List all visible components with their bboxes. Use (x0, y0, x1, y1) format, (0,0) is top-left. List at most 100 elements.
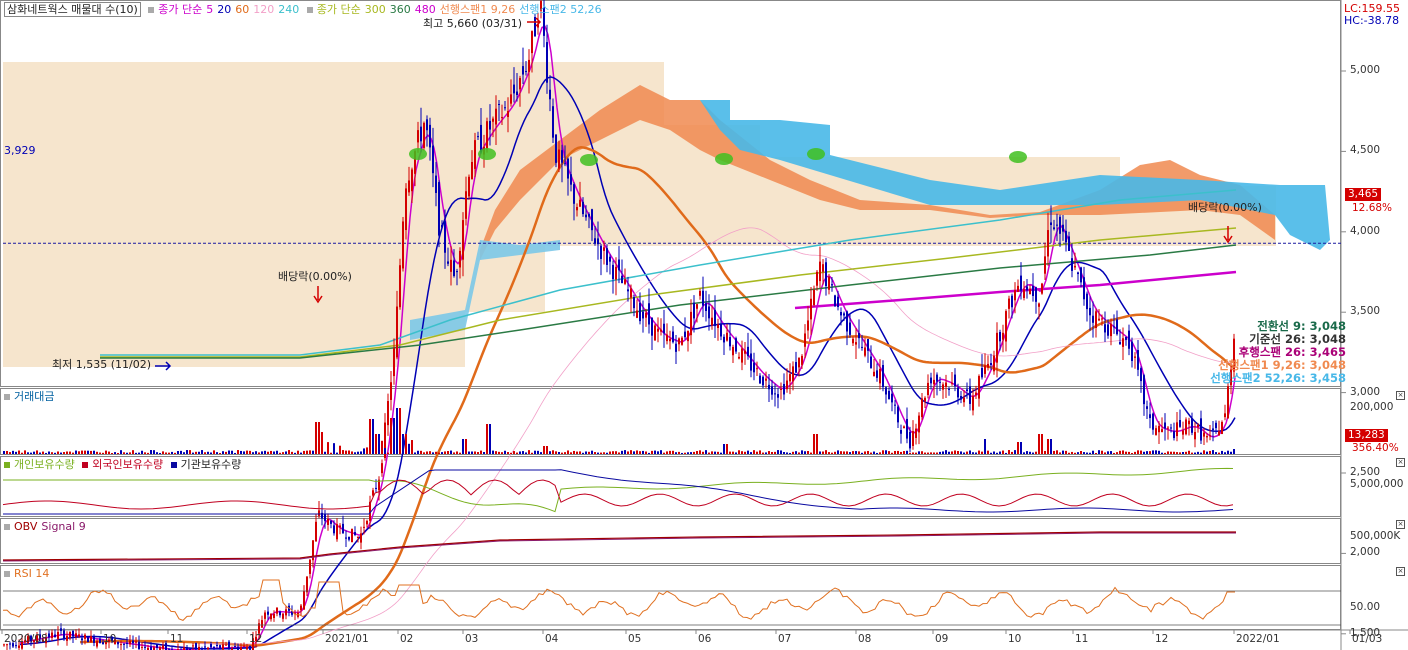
candle-body (351, 528, 353, 543)
volume-bar (540, 452, 542, 454)
candle-body (738, 356, 740, 359)
volume-bar (966, 451, 968, 454)
signal-marker (807, 148, 825, 160)
candle-body (600, 245, 602, 259)
candle-body (420, 126, 422, 142)
volume-bar (1056, 450, 1058, 454)
candle-body (192, 645, 194, 647)
candle-body (495, 108, 497, 125)
volume-bar (45, 452, 47, 454)
volume-bar (1065, 450, 1067, 454)
volume-bar (981, 451, 983, 454)
volume-bar (174, 452, 176, 454)
candle-body (1008, 298, 1010, 309)
volume-bar (747, 450, 749, 454)
x-tick-label: 11 (1075, 633, 1089, 645)
close-obv-panel-icon[interactable]: × (1396, 520, 1405, 529)
chart-title[interactable]: 삼화네트웍스 매물대 수(10) (4, 2, 141, 17)
candle-body (759, 375, 761, 384)
volume-bar (711, 451, 713, 454)
candle-body (990, 363, 992, 366)
volume-bar (1125, 451, 1127, 454)
volume-bar (534, 450, 536, 454)
candle-body (90, 636, 92, 642)
x-tick-label: 10 (1008, 633, 1022, 645)
volume-bar (336, 452, 338, 454)
volume-bar (360, 451, 362, 454)
volume-bar (276, 450, 278, 454)
candle-body (1044, 256, 1046, 274)
candle-body (345, 537, 347, 539)
candle-body (999, 332, 1001, 342)
candle-body (1119, 341, 1121, 345)
volume-bar (1221, 450, 1223, 454)
volume-bar (297, 450, 299, 454)
candle-body (792, 366, 794, 382)
volume-bar (777, 450, 779, 454)
candle-body (333, 525, 335, 534)
volume-bar (753, 450, 755, 454)
volume-bar (129, 452, 131, 454)
candle-body (741, 348, 743, 363)
volume-bar (333, 443, 335, 454)
volume-bar (603, 452, 605, 454)
candle-body (666, 334, 668, 342)
legend-marker (148, 6, 155, 13)
volume-bar (186, 450, 188, 454)
dividend-label-2: 배당락(0.00%) (1188, 201, 1262, 214)
candle-body (648, 303, 650, 325)
volume-bar (696, 451, 698, 454)
volume-bar (924, 452, 926, 454)
close-holdings-panel-icon[interactable]: × (1396, 458, 1405, 467)
volume-bar (993, 451, 995, 454)
volume-bar (1149, 451, 1151, 454)
candle-body (1056, 224, 1058, 226)
volume-bar (384, 448, 386, 454)
volume-bar (1179, 452, 1181, 454)
candle-body (1227, 386, 1229, 419)
candle-body (1011, 295, 1013, 308)
close-volume-panel-icon[interactable]: × (1396, 391, 1405, 400)
volume-bar (612, 451, 614, 454)
candle-body (756, 368, 758, 370)
volume-bar (495, 451, 497, 454)
x-tick-label: 11 (170, 633, 184, 645)
holdings-tick: 5,000,000 (1350, 478, 1404, 490)
candle-body (915, 428, 917, 438)
candle-body (807, 320, 809, 331)
volume-bar (609, 451, 611, 454)
candle-body (825, 262, 827, 287)
candle-body (939, 381, 941, 383)
candle-body (507, 111, 509, 118)
volume-bar (933, 452, 935, 454)
volume-bar (693, 451, 695, 454)
volume-bar (927, 452, 929, 454)
volume-bar (1176, 452, 1178, 454)
volume-bar (171, 451, 173, 454)
candle-body (492, 118, 494, 122)
volume-bar (369, 419, 371, 454)
y-tick-label: 2,500 (1350, 466, 1381, 478)
volume-bar (744, 451, 746, 454)
volume-bar (537, 450, 539, 454)
candle-body (285, 609, 287, 616)
x-tick-label: 2022/01 (1236, 633, 1280, 645)
close-rsi-panel-icon[interactable]: × (1396, 567, 1405, 576)
candle-body (276, 607, 278, 614)
volume-bar (1206, 451, 1208, 454)
candle-body (336, 524, 338, 540)
candle-body (1134, 356, 1136, 358)
candle-body (972, 395, 974, 411)
candle-body (1122, 338, 1124, 347)
candle-body (93, 636, 95, 643)
candle-body (447, 261, 449, 264)
volume-bar (249, 450, 251, 454)
volume-bar (6, 450, 8, 454)
volume-bar (1035, 451, 1037, 454)
candle-body (870, 356, 872, 368)
candle-body (516, 91, 518, 96)
volume-bar (516, 452, 518, 454)
volume-bar (735, 452, 737, 454)
candle-body (831, 284, 833, 286)
candle-body (1035, 287, 1037, 302)
